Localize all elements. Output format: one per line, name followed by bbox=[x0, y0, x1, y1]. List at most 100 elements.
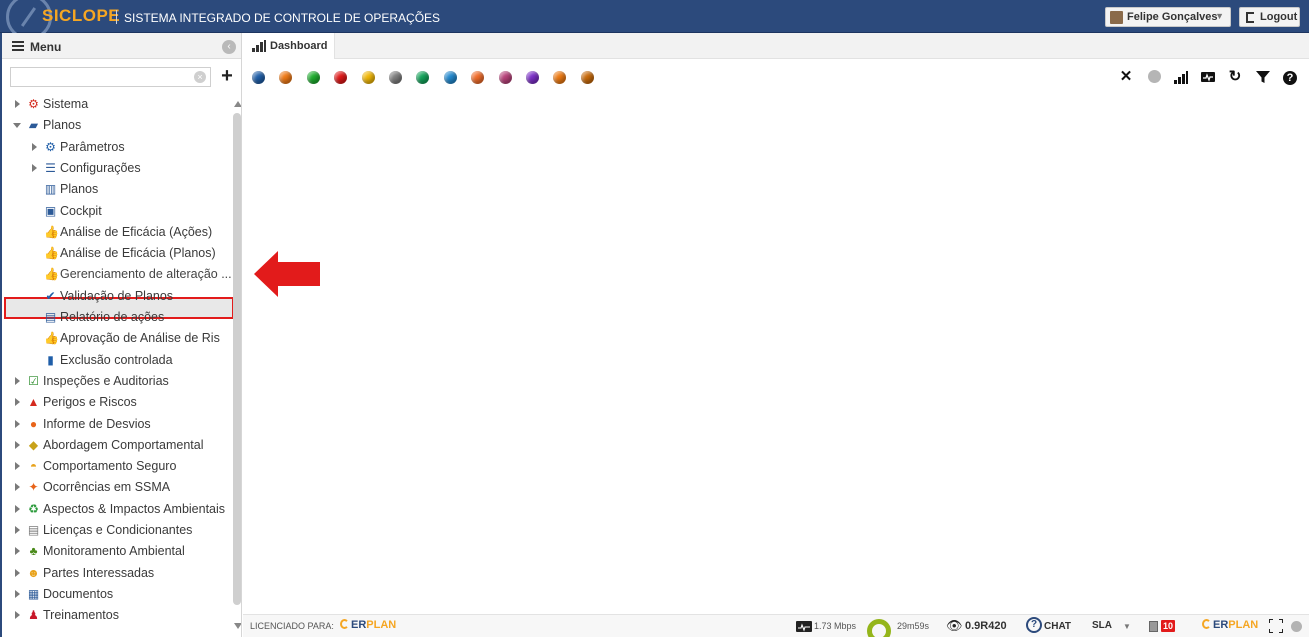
caret-right-icon[interactable] bbox=[15, 420, 20, 428]
sidebar-scrollbar[interactable] bbox=[233, 113, 241, 605]
collapse-menu-icon[interactable]: ‹ bbox=[222, 40, 236, 54]
caret-right-icon[interactable] bbox=[15, 483, 20, 491]
notification-badge[interactable]: 10 bbox=[1161, 620, 1176, 632]
sidebar-item[interactable]: ▦ Documentos bbox=[2, 585, 234, 605]
caret-right-icon[interactable] bbox=[15, 505, 20, 513]
logout-button[interactable]: Logout bbox=[1239, 7, 1300, 27]
sidebar-item-label: Abordagem Comportamental bbox=[43, 438, 204, 452]
caret-right-icon[interactable] bbox=[15, 462, 20, 470]
caret-right-icon[interactable] bbox=[32, 164, 37, 172]
caret-right-icon[interactable] bbox=[15, 547, 20, 555]
sidebar-item-label: Aspectos & Impactos Ambientais bbox=[43, 502, 226, 516]
sidebar-item[interactable]: ♟ Treinamentos bbox=[2, 606, 234, 626]
sidebar-item[interactable]: ▥ Planos bbox=[2, 180, 234, 200]
add-button[interactable]: + bbox=[217, 66, 237, 88]
clear-search-icon[interactable]: × bbox=[194, 71, 206, 83]
tree-icon: ♣ bbox=[29, 544, 38, 558]
thumbs-up-solid-icon: 👍 bbox=[44, 331, 59, 345]
notes-icon[interactable] bbox=[1149, 621, 1158, 632]
sidebar-item[interactable]: ✦ Ocorrências em SSMA bbox=[2, 478, 234, 498]
caret-right-icon[interactable] bbox=[15, 398, 20, 406]
user-dropdown[interactable]: Felipe Gonçalves ▼ bbox=[1105, 7, 1231, 27]
refresh-icon[interactable]: ↻ bbox=[1227, 69, 1243, 85]
sla-dropdown[interactable]: SLA bbox=[1092, 620, 1112, 631]
help-icon[interactable]: ? bbox=[1282, 69, 1298, 85]
gear-blue-icon: ⚙ bbox=[45, 140, 56, 154]
filter-icon[interactable] bbox=[1255, 69, 1271, 85]
documents-icon: ▦ bbox=[27, 587, 40, 601]
chat-button[interactable]: CHAT bbox=[1044, 621, 1071, 632]
hamburger-icon[interactable] bbox=[12, 41, 24, 51]
sidebar-item-label: Gerenciamento de alteração ... bbox=[60, 267, 232, 281]
sidebar-item[interactable]: 👍 Aprovação de Análise de Ris bbox=[2, 329, 234, 349]
grey-dot-icon[interactable] bbox=[1146, 69, 1162, 85]
caret-right-icon[interactable] bbox=[15, 377, 20, 385]
thumbs-up-icon: 👍 bbox=[44, 267, 59, 281]
trainer-icon: ♟ bbox=[28, 608, 39, 622]
user-name: Felipe Gonçalves bbox=[1127, 11, 1218, 23]
caret-right-icon[interactable] bbox=[15, 569, 20, 577]
erplan-logo: ERPLAN bbox=[1202, 619, 1258, 631]
sidebar-item-label: Aprovação de Análise de Ris bbox=[60, 331, 220, 345]
color-filter-dot[interactable] bbox=[553, 71, 567, 84]
color-filter-dot[interactable] bbox=[252, 71, 265, 84]
sidebar-item[interactable]: 👍 Gerenciamento de alteração ... bbox=[2, 265, 234, 285]
sidebar-item[interactable]: ▰ Planos bbox=[2, 116, 234, 136]
pulse-monitor-icon[interactable] bbox=[1200, 69, 1216, 85]
tab-dashboard[interactable]: Dashboard bbox=[243, 33, 335, 59]
sidebar-item[interactable]: ◆ Abordagem Comportamental bbox=[2, 436, 234, 456]
color-filter-dot[interactable] bbox=[443, 71, 457, 84]
sidebar-item-label: Perigos e Riscos bbox=[43, 395, 137, 409]
sidebar-item[interactable]: ▣ Cockpit bbox=[2, 202, 234, 222]
sidebar-item-label: Exclusão controlada bbox=[60, 353, 173, 367]
sla-caret-down-icon[interactable]: ▼ bbox=[1123, 622, 1131, 631]
sidebar-item[interactable]: ● Informe de Desvios bbox=[2, 415, 234, 435]
sidebar-item[interactable]: ◓ Comportamento Seguro bbox=[2, 457, 234, 477]
sidebar-item[interactable]: ✔ Validação de Planos bbox=[2, 287, 234, 307]
sidebar-item[interactable]: ☻ Partes Interessadas bbox=[2, 564, 234, 584]
color-filter-dot[interactable] bbox=[416, 71, 430, 84]
color-filter-dot[interactable] bbox=[498, 71, 512, 84]
color-filter-dot[interactable] bbox=[279, 71, 293, 84]
caret-right-icon[interactable] bbox=[15, 611, 20, 619]
falling-person-icon: ✦ bbox=[28, 480, 39, 494]
sidebar-item[interactable]: 👍 Análise de Eficácia (Planos) bbox=[2, 244, 234, 264]
close-icon[interactable]: ✕ bbox=[1118, 69, 1134, 85]
sidebar-item[interactable]: ⚙ Sistema bbox=[2, 95, 234, 115]
pdf-icon: ▤ bbox=[44, 310, 57, 324]
color-filter-dot[interactable] bbox=[334, 71, 348, 84]
sidebar-item[interactable]: ♣ Monitoramento Ambiental bbox=[2, 542, 234, 562]
sidebar-item[interactable]: ▤ Relatório de ações bbox=[2, 308, 234, 328]
sidebar-item[interactable]: ☰ Configurações bbox=[2, 159, 234, 179]
session-timer: 29m59s bbox=[897, 621, 930, 631]
color-filter-dot[interactable] bbox=[306, 71, 320, 84]
scroll-up-arrow-icon[interactable] bbox=[234, 101, 241, 107]
signal-bars-icon[interactable] bbox=[1173, 69, 1189, 85]
sidebar-item[interactable]: ⚙ Parâmetros bbox=[2, 138, 234, 158]
color-filter-dot[interactable] bbox=[471, 71, 485, 84]
caret-right-icon[interactable] bbox=[15, 526, 20, 534]
sidebar-item[interactable]: ▲ Perigos e Riscos bbox=[2, 393, 234, 413]
sidebar-item-label: Relatório de ações bbox=[60, 310, 165, 324]
sidebar-item[interactable]: ♻ Aspectos & Impactos Ambientais bbox=[2, 500, 234, 520]
caret-down-icon[interactable] bbox=[13, 123, 21, 128]
sidebar-item[interactable]: 👍 Análise de Eficácia (Ações) bbox=[2, 223, 234, 243]
caret-right-icon[interactable] bbox=[15, 590, 20, 598]
scroll-down-arrow-icon[interactable] bbox=[234, 623, 241, 629]
fullscreen-icon[interactable] bbox=[1269, 619, 1283, 633]
color-filter-dot[interactable] bbox=[361, 71, 375, 84]
caret-right-icon[interactable] bbox=[15, 100, 20, 108]
licensee-logo-er: ER bbox=[351, 619, 367, 631]
menu-search-input[interactable] bbox=[10, 67, 211, 87]
color-filter-dot[interactable] bbox=[389, 71, 402, 84]
sidebar-item[interactable]: ▤ Licenças e Condicionantes bbox=[2, 521, 234, 541]
sidebar-item[interactable]: ☑ Inspeções e Auditorias bbox=[2, 372, 234, 392]
chat-icon[interactable]: ? bbox=[1026, 617, 1042, 633]
caret-right-icon[interactable] bbox=[32, 143, 37, 151]
app-logo[interactable]: SICLOPE bbox=[42, 6, 120, 26]
sidebar-item[interactable]: ▮ Exclusão controlada bbox=[2, 351, 234, 371]
color-filter-dot[interactable] bbox=[580, 71, 594, 84]
trash-icon: ▮ bbox=[47, 353, 54, 367]
caret-right-icon[interactable] bbox=[15, 441, 20, 449]
color-filter-dot[interactable] bbox=[526, 71, 539, 84]
